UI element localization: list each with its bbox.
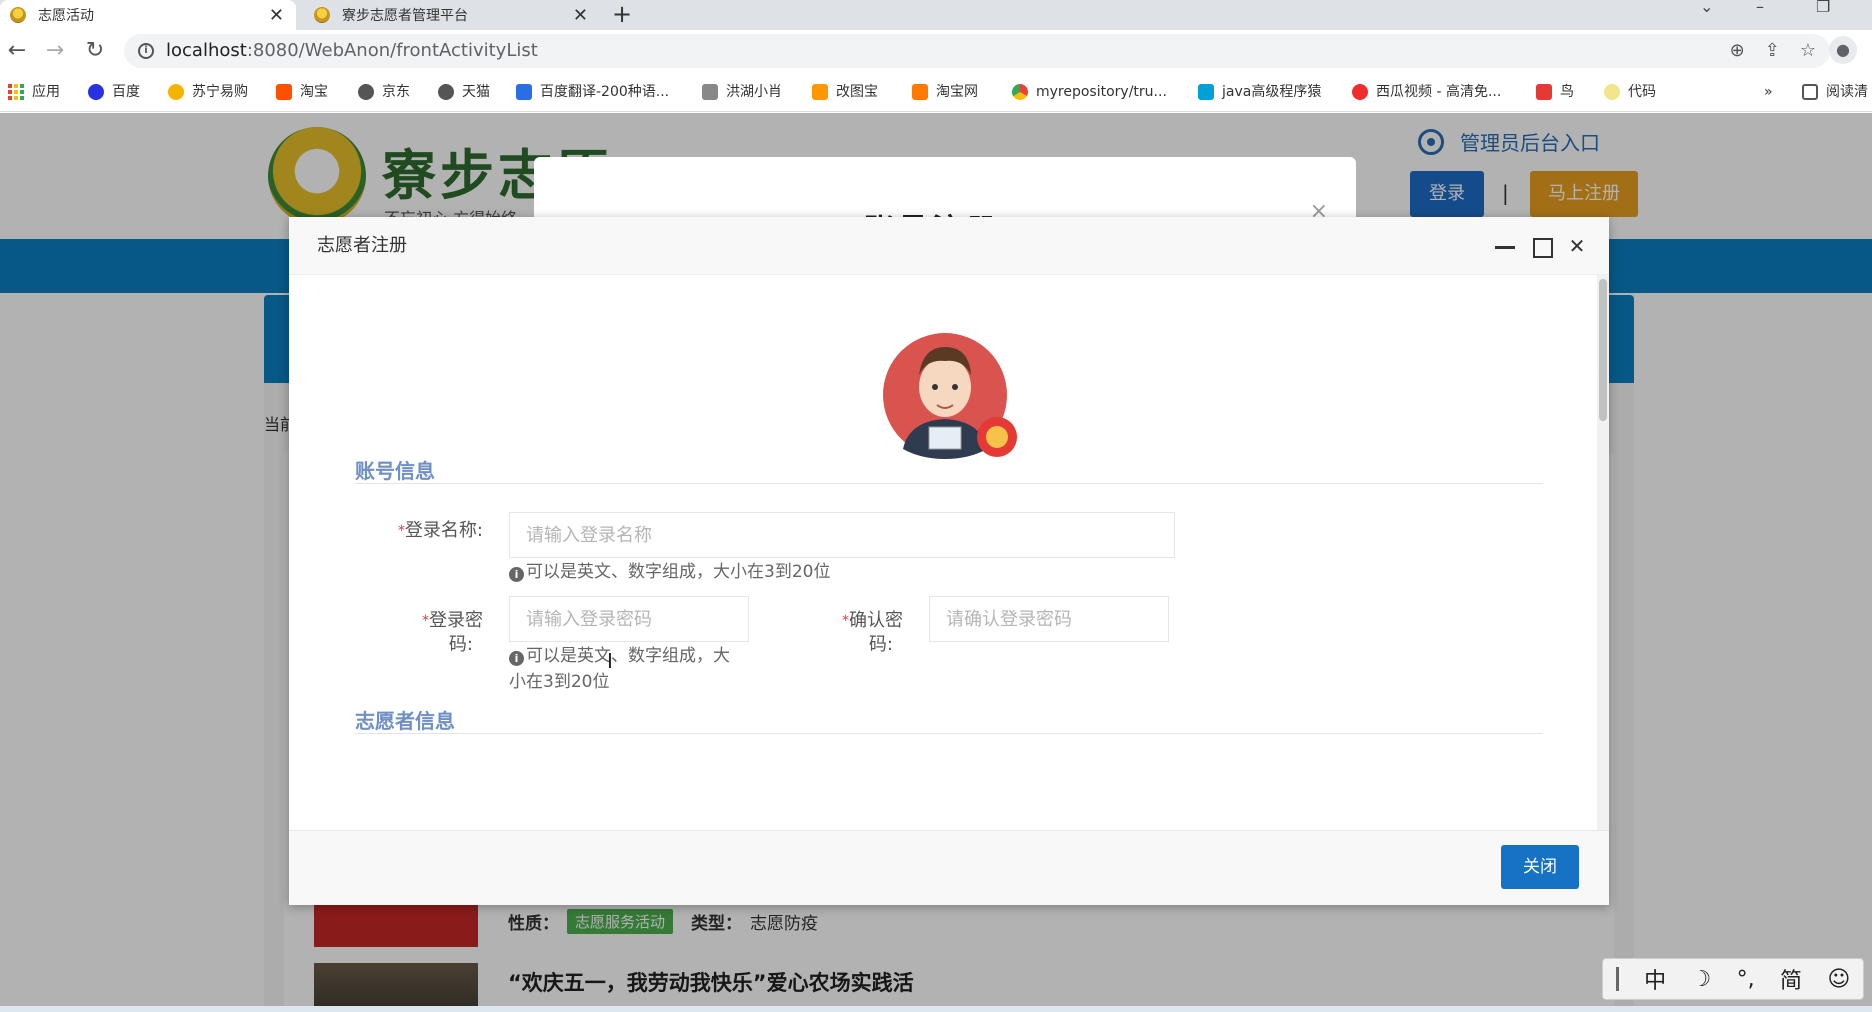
taskbar-edge <box>0 1006 1872 1012</box>
gaitubao-icon <box>812 84 828 100</box>
bookmark-code[interactable]: 代码 <box>1604 72 1656 112</box>
ime-halfwidth-icon[interactable]: ☽ <box>1691 967 1711 992</box>
window-restore-icon[interactable]: ❐ <box>1816 0 1830 30</box>
dialog-scrollbar-thumb[interactable] <box>1599 279 1607 421</box>
bookmark-taobao[interactable]: 淘宝 <box>276 72 328 112</box>
new-tab-button[interactable]: + <box>612 0 632 30</box>
tab-close-icon[interactable]: ✕ <box>269 5 284 26</box>
ime-emoji-icon[interactable]: ☺ <box>1827 967 1850 992</box>
bookmark-suning[interactable]: 苏宁易购 <box>168 72 248 112</box>
taobao-icon <box>276 84 292 100</box>
bookmark-myrepository[interactable]: myrepository/tru... <box>1012 72 1167 112</box>
chrome-icon <box>1012 84 1028 100</box>
section-volunteer-title: 志愿者信息 <box>355 709 455 733</box>
confirm-password-input[interactable] <box>929 596 1169 642</box>
bookmark-star-icon[interactable]: ☆ <box>1800 34 1816 68</box>
password-label: *登录密 码: <box>422 610 483 655</box>
zoom-icon[interactable]: ⊕ <box>1730 34 1745 68</box>
bookmark-java[interactable]: java高级程序猿 <box>1198 72 1321 112</box>
volunteer-avatar-icon[interactable] <box>879 325 1021 467</box>
suning-icon <box>168 84 184 100</box>
tab-volunteer-platform[interactable]: 寮步志愿者管理平台 ✕ <box>304 0 600 30</box>
bookmark-baidu[interactable]: 百度 <box>88 72 140 112</box>
info-circle-icon: i <box>509 567 524 582</box>
login-name-input[interactable] <box>509 512 1175 558</box>
reload-icon[interactable]: ↻ <box>82 38 108 64</box>
browser-tab-strip: 志愿活动 ✕ 寮步志愿者管理平台 ✕ + ⌄ – ❐ <box>0 0 1872 30</box>
honghu-icon <box>702 84 718 100</box>
reading-list-icon <box>1802 84 1818 100</box>
globe-icon <box>358 84 374 100</box>
globe-icon <box>438 84 454 100</box>
ime-toolbar: 中 ☽ °, 简 ☺ <box>1602 958 1864 1000</box>
site-info-icon[interactable]: i <box>138 43 154 59</box>
bookmarks-bar: 应用 百度 苏宁易购 淘宝 京东 天猫 百度翻译-200种语... 洪湖小肖 改… <box>0 72 1872 112</box>
bookmark-xigua[interactable]: 西瓜视频 - 高清免... <box>1352 72 1501 112</box>
bookmarks-overflow-button[interactable]: » <box>1764 72 1773 112</box>
dialog-scrollbar[interactable] <box>1597 275 1609 830</box>
share-icon[interactable]: ⇪ <box>1765 34 1780 68</box>
bookmark-baidu-translate[interactable]: 百度翻译-200种语... <box>516 72 669 112</box>
volunteer-register-dialog: 志愿者注册 ✕ 账号信息 *登录名称: i可以是英文、数字组成，大小在3到20位… <box>289 217 1609 905</box>
section-account-title: 账号信息 <box>355 459 435 483</box>
password-hint: i 可以是英文、数字组成，大 小在3到20位 <box>509 646 730 692</box>
bookmark-taobao-net[interactable]: 淘宝网 <box>912 72 978 112</box>
code-icon <box>1604 84 1620 100</box>
dialog-title: 志愿者注册 <box>317 235 407 256</box>
baidu-paw-icon <box>88 84 104 100</box>
bookmark-honghu[interactable]: 洪湖小肖 <box>702 72 782 112</box>
bookmark-apps[interactable]: 应用 <box>8 72 60 112</box>
translate-icon <box>516 84 532 100</box>
login-name-hint: i 可以是英文、数字组成，大小在3到20位 <box>509 559 830 585</box>
xigua-play-icon <box>1352 84 1368 100</box>
back-arrow-icon[interactable]: ← <box>4 38 30 64</box>
apps-grid-icon <box>8 84 24 100</box>
site-favicon-icon <box>314 7 330 23</box>
info-circle-icon: i <box>509 651 524 666</box>
bilibili-icon <box>1198 84 1214 100</box>
bird-icon <box>1536 84 1552 100</box>
ime-drag-handle[interactable] <box>1615 967 1619 991</box>
taobao-net-icon <box>912 84 928 100</box>
address-bar[interactable]: i localhost:8080/WebAnon/frontActivityLi… <box>124 34 1830 68</box>
login-name-label: *登录名称: <box>397 520 483 541</box>
url-text: localhost:8080/WebAnon/frontActivityList <box>166 40 538 61</box>
tab-search-chevron-icon[interactable]: ⌄ <box>1700 0 1713 30</box>
forward-arrow-icon[interactable]: → <box>42 38 68 64</box>
bookmark-bird[interactable]: 鸟 <box>1536 72 1574 112</box>
tab-volunteer-activities[interactable]: 志愿活动 ✕ <box>0 0 296 30</box>
ime-chinese-mode[interactable]: 中 <box>1644 963 1666 995</box>
bookmark-jd[interactable]: 京东 <box>358 72 410 112</box>
reading-list[interactable]: 阅读清 <box>1802 72 1868 112</box>
confirm-password-label: *确认密 码: <box>842 610 903 655</box>
ime-simplified-mode[interactable]: 简 <box>1780 963 1802 995</box>
site-favicon-icon <box>10 7 26 23</box>
dialog-header: 志愿者注册 ✕ <box>289 217 1609 275</box>
ime-punctuation-icon[interactable]: °, <box>1737 967 1755 992</box>
text-cursor-icon: I <box>607 649 613 673</box>
dialog-body: 账号信息 *登录名称: i可以是英文、数字组成，大小在3到20位 *登录密码: … <box>289 275 1609 830</box>
profile-avatar-icon[interactable]: ● <box>1829 36 1857 64</box>
dialog-close-icon[interactable]: ✕ <box>1563 217 1591 275</box>
window-minimize-icon[interactable]: – <box>1756 0 1764 30</box>
dialog-footer: 关闭 <box>289 830 1609 905</box>
tab-title: 寮步志愿者管理平台 <box>342 8 468 24</box>
password-input[interactable] <box>509 596 749 642</box>
section-divider <box>355 483 1543 484</box>
tab-title: 志愿活动 <box>38 8 94 24</box>
section-divider <box>355 733 1543 734</box>
browser-toolbar: ← → ↻ i localhost:8080/WebAnon/frontActi… <box>0 30 1872 72</box>
bookmark-tmall[interactable]: 天猫 <box>438 72 490 112</box>
close-button[interactable]: 关闭 <box>1501 845 1579 889</box>
bookmark-gaitubao[interactable]: 改图宝 <box>812 72 878 112</box>
tab-close-icon[interactable]: ✕ <box>573 5 588 26</box>
